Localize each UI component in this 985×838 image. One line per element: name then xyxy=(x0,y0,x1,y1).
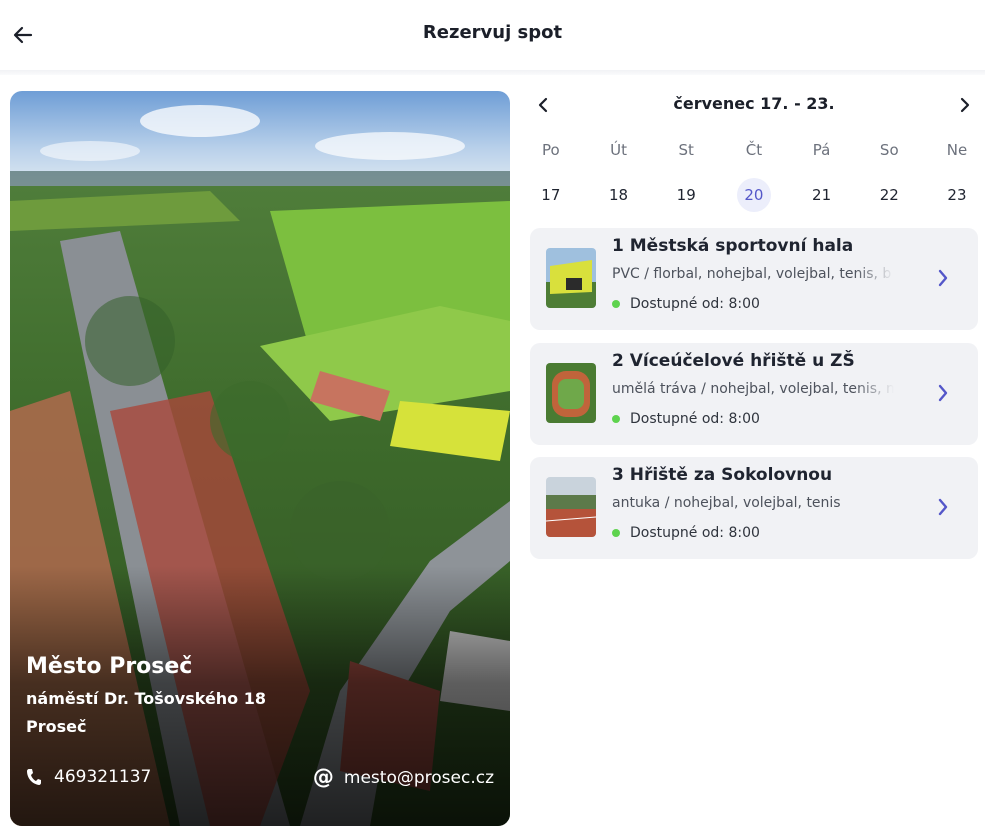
venue-name: 3 Hřiště za Sokolovnou xyxy=(612,465,833,485)
day-row: 17 18 19 20 21 22 23 xyxy=(517,178,985,212)
phone-icon xyxy=(27,769,41,785)
phone-number: 469321137 xyxy=(54,767,152,787)
venue-surfaces-text: PVC / florbal, nohejbal, volejbal, tenis… xyxy=(612,266,892,282)
chevron-right-icon xyxy=(938,498,948,516)
weekday-label: So xyxy=(879,141,899,159)
chevron-right-icon xyxy=(938,384,948,402)
availability-text: Dostupné od: 8:00 xyxy=(630,525,760,541)
available-dot xyxy=(612,529,620,537)
venue-card[interactable]: 1 Městská sportovní hala PVC / florbal, … xyxy=(530,228,978,330)
day-19[interactable]: 19 xyxy=(652,178,720,212)
venue-availability: Dostupné od: 8:00 xyxy=(612,525,760,541)
venue-surfaces: PVC / florbal, nohejbal, volejbal, tenis… xyxy=(612,266,894,282)
venue-thumbnail xyxy=(546,363,596,423)
next-week-button[interactable] xyxy=(954,94,976,116)
available-dot xyxy=(612,300,620,308)
day-number: 19 xyxy=(676,186,696,204)
day-21[interactable]: 21 xyxy=(788,178,856,212)
email-address: mesto@prosec.cz xyxy=(343,767,494,788)
phone-link[interactable]: 469321137 xyxy=(26,767,151,787)
header-divider xyxy=(0,70,985,75)
availability-text: Dostupné od: 8:00 xyxy=(630,411,760,427)
available-dot xyxy=(612,415,620,423)
page-title: Rezervuj spot xyxy=(422,22,563,43)
venue-surfaces-text: umělá tráva / nohejbal, volejbal, tenis,… xyxy=(612,381,894,397)
week-calendar: Po Út St Čt Pá So Ne 17 18 19 20 21 22 2… xyxy=(517,138,985,212)
day-17[interactable]: 17 xyxy=(517,178,585,212)
chevron-right-icon xyxy=(960,97,970,113)
availability-text: Dostupné od: 8:00 xyxy=(630,296,760,312)
venue-surfaces: umělá tráva / nohejbal, volejbal, tenis,… xyxy=(612,381,894,397)
at-icon: @ xyxy=(312,765,334,789)
weekday-label: Po xyxy=(541,141,560,159)
venue-surfaces-text: antuka / nohejbal, volejbal, tenis xyxy=(612,495,841,511)
sports-hall-image xyxy=(546,248,596,308)
chevron-right-icon xyxy=(938,269,948,287)
weekday-label: Čt xyxy=(745,141,763,159)
venue-thumbnail xyxy=(546,477,596,537)
day-18[interactable]: 18 xyxy=(585,178,653,212)
multipurpose-field-image xyxy=(546,363,596,423)
open-venue-button[interactable] xyxy=(934,495,952,519)
location-name: Město Proseč xyxy=(26,654,193,679)
top-bar: Rezervuj spot xyxy=(0,0,985,70)
day-23[interactable]: 23 xyxy=(923,178,985,212)
day-number: 22 xyxy=(879,186,899,204)
text-fade xyxy=(854,266,894,282)
location-card: Město Proseč náměstí Dr. Tošovského 18 P… xyxy=(10,91,510,826)
day-number: 17 xyxy=(541,186,561,204)
venue-name: 1 Městská sportovní hala xyxy=(612,236,854,256)
email-link[interactable]: @ mesto@prosec.cz xyxy=(313,767,494,788)
open-venue-button[interactable] xyxy=(934,381,952,405)
venue-availability: Dostupné od: 8:00 xyxy=(612,296,760,312)
weekday-label: Pá xyxy=(812,141,831,159)
weekday-label: Út xyxy=(610,141,627,159)
day-number: 20 xyxy=(736,178,771,212)
location-street: náměstí Dr. Tošovského 18 xyxy=(26,689,267,708)
day-number: 23 xyxy=(947,186,967,204)
venue-name: 2 Víceúčelové hřiště u ZŠ xyxy=(612,351,855,371)
venue-card[interactable]: 3 Hřiště za Sokolovnou antuka / nohejbal… xyxy=(530,457,978,559)
venue-availability: Dostupné od: 8:00 xyxy=(612,411,760,427)
open-venue-button[interactable] xyxy=(934,266,952,290)
day-20-selected[interactable]: 20 xyxy=(720,178,788,212)
clay-court-image xyxy=(546,477,596,537)
venue-thumbnail xyxy=(546,248,596,308)
weekday-row: Po Út St Čt Pá So Ne xyxy=(517,138,985,162)
day-22[interactable]: 22 xyxy=(855,178,923,212)
day-number: 18 xyxy=(608,186,629,204)
previous-week-button[interactable] xyxy=(532,94,554,116)
venue-card[interactable]: 2 Víceúčelové hřiště u ZŠ umělá tráva / … xyxy=(530,343,978,445)
location-city: Proseč xyxy=(26,717,87,736)
weekday-label: St xyxy=(678,141,694,159)
text-fade xyxy=(854,381,894,397)
week-range-title: červenec 17. - 23. xyxy=(673,94,835,113)
chevron-left-icon xyxy=(538,97,548,113)
day-number: 21 xyxy=(812,186,832,204)
weekday-label: Ne xyxy=(946,141,968,159)
venue-surfaces: antuka / nohejbal, volejbal, tenis xyxy=(612,495,894,511)
